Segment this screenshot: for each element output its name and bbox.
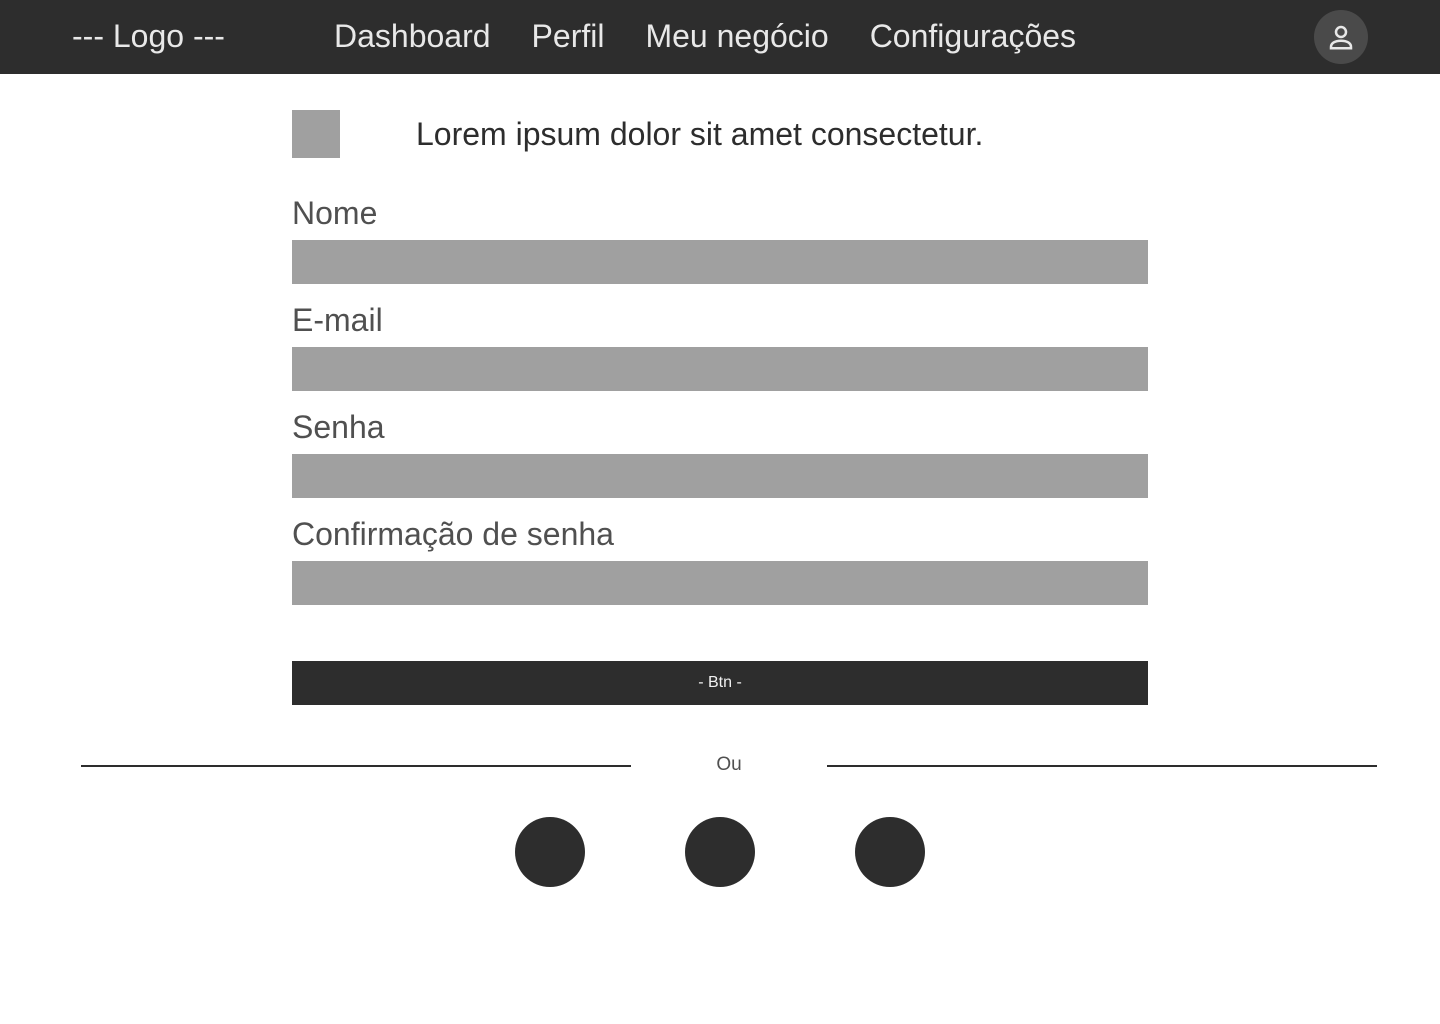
nav-item-dashboard[interactable]: Dashboard xyxy=(334,16,491,56)
top-navigation-bar: --- Logo --- Dashboard Perfil Meu negóci… xyxy=(0,0,1440,74)
social-login-button-1[interactable] xyxy=(515,817,585,887)
divider-text: Ou xyxy=(716,754,742,775)
email-input[interactable] xyxy=(292,347,1148,391)
logo[interactable]: --- Logo --- xyxy=(72,16,225,56)
social-login-button-2[interactable] xyxy=(685,817,755,887)
password-confirmation-label: Confirmação de senha xyxy=(292,516,614,552)
divider-line-right xyxy=(827,765,1377,767)
submit-button[interactable]: - Btn - xyxy=(292,661,1148,705)
user-icon xyxy=(1329,25,1353,50)
email-label: E-mail xyxy=(292,302,383,338)
name-label: Nome xyxy=(292,195,378,231)
page-headline: Lorem ipsum dolor sit amet consectetur. xyxy=(416,116,984,152)
nav-item-perfil[interactable]: Perfil xyxy=(532,16,605,56)
nav-item-meu-negocio[interactable]: Meu negócio xyxy=(645,16,828,56)
social-login-button-3[interactable] xyxy=(855,817,925,887)
password-input[interactable] xyxy=(292,454,1148,498)
name-input[interactable] xyxy=(292,240,1148,284)
divider-line-left xyxy=(81,765,631,767)
nav-item-configuracoes[interactable]: Configurações xyxy=(870,16,1076,56)
image-placeholder xyxy=(292,110,340,158)
password-confirmation-input[interactable] xyxy=(292,561,1148,605)
user-avatar-button[interactable] xyxy=(1314,10,1368,64)
main-nav: Dashboard Perfil Meu negócio Configuraçõ… xyxy=(334,16,1076,56)
password-label: Senha xyxy=(292,409,385,445)
